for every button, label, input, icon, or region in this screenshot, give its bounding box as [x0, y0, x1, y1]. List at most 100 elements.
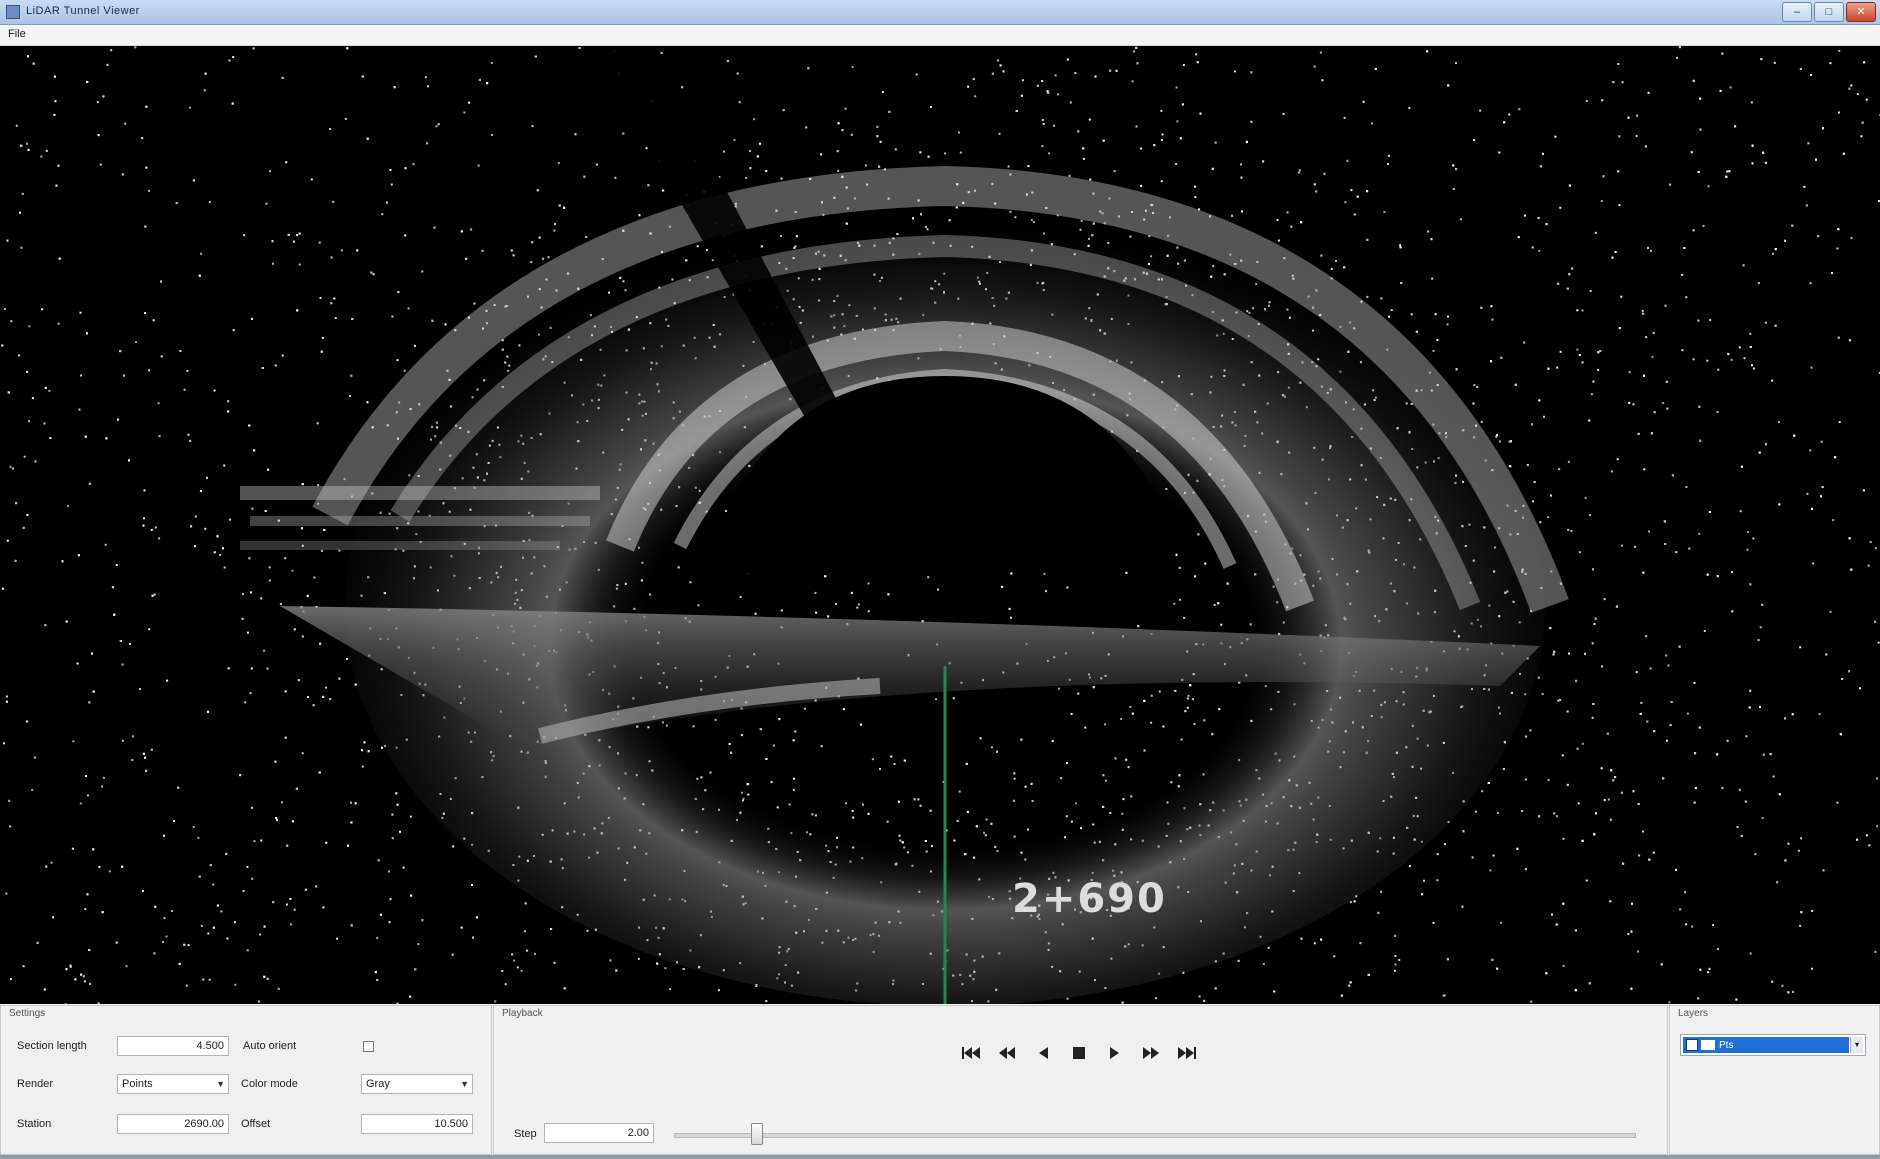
- point: [1471, 856, 1474, 859]
- point: [43, 422, 46, 425]
- point: [1752, 367, 1755, 370]
- point: [279, 603, 282, 605]
- point: [312, 704, 315, 707]
- point: [363, 741, 366, 744]
- point: [959, 151, 962, 154]
- point: [1616, 458, 1619, 461]
- point: [1685, 923, 1688, 926]
- point: [1286, 211, 1289, 214]
- point: [271, 240, 274, 243]
- point: [393, 86, 396, 89]
- point: [1562, 902, 1565, 905]
- point: [410, 894, 413, 897]
- point: [1377, 911, 1380, 914]
- point: [145, 166, 148, 169]
- point: [391, 315, 394, 318]
- point: [349, 394, 351, 397]
- point: [1459, 218, 1462, 221]
- point: [1196, 61, 1199, 64]
- point: [317, 484, 320, 487]
- point: [297, 679, 300, 682]
- point: [1641, 309, 1644, 312]
- point: [192, 179, 195, 182]
- point: [1394, 934, 1397, 937]
- point: [1427, 230, 1430, 233]
- point: [1155, 997, 1158, 1000]
- point: [165, 935, 168, 938]
- point: [1552, 653, 1555, 656]
- point: [207, 932, 210, 935]
- point: [1340, 994, 1343, 997]
- point: [264, 510, 267, 512]
- point: [121, 173, 124, 176]
- point: [837, 169, 840, 172]
- point: [1551, 913, 1553, 916]
- point: [491, 134, 493, 136]
- point: [287, 233, 290, 236]
- point: [1533, 481, 1536, 483]
- point: [1773, 61, 1776, 64]
- point: [1660, 963, 1663, 966]
- point: [1617, 63, 1620, 65]
- point: [1822, 869, 1825, 872]
- menu-file[interactable]: File: [8, 28, 26, 40]
- point: [239, 774, 242, 777]
- point: [1576, 309, 1579, 312]
- point: [523, 930, 526, 933]
- point: [216, 535, 219, 538]
- minimize-button[interactable]: –: [1782, 2, 1812, 22]
- point: [1181, 103, 1184, 106]
- point: [409, 815, 412, 818]
- point: [36, 941, 39, 944]
- point: [1353, 900, 1356, 903]
- point: [1777, 421, 1780, 423]
- point: [1538, 399, 1541, 402]
- point: [1744, 800, 1747, 803]
- point: [1245, 140, 1248, 143]
- point: [1234, 70, 1236, 73]
- point: [1549, 627, 1552, 630]
- point: [252, 47, 255, 50]
- point: [258, 1000, 261, 1003]
- point: [177, 786, 180, 789]
- point: [1787, 991, 1790, 994]
- point: [1652, 851, 1655, 854]
- point: [1638, 854, 1641, 857]
- point: [999, 64, 1002, 67]
- point: [1503, 121, 1506, 124]
- point: [929, 106, 932, 108]
- point: [512, 254, 515, 257]
- point: [111, 586, 114, 589]
- point: [1699, 968, 1702, 971]
- point: [162, 941, 165, 943]
- point: [1066, 58, 1069, 61]
- point: [10, 978, 12, 981]
- point: [397, 291, 400, 294]
- point: [1267, 946, 1270, 949]
- point: [944, 152, 947, 155]
- point: [1480, 306, 1483, 309]
- point: [263, 649, 266, 652]
- point: [1344, 201, 1347, 204]
- point: [144, 225, 147, 228]
- point: [876, 135, 879, 138]
- point: [1653, 730, 1656, 733]
- close-button[interactable]: ✕: [1846, 2, 1876, 22]
- point: [97, 134, 100, 137]
- point-cloud-canvas[interactable]: [0, 46, 1880, 1004]
- point: [1, 587, 4, 590]
- point: [1721, 786, 1724, 789]
- point: [259, 933, 262, 936]
- point: [1669, 724, 1672, 727]
- maximize-button[interactable]: □: [1814, 2, 1844, 22]
- point: [1054, 74, 1057, 77]
- point: [1877, 641, 1880, 644]
- menu-bar: File: [0, 25, 1880, 46]
- point: [1839, 733, 1842, 736]
- point-cloud-viewport[interactable]: 2+690: [0, 46, 1880, 1004]
- point: [1214, 141, 1217, 144]
- point: [189, 106, 191, 109]
- point: [1082, 157, 1085, 160]
- point: [1757, 282, 1760, 285]
- point: [595, 163, 598, 166]
